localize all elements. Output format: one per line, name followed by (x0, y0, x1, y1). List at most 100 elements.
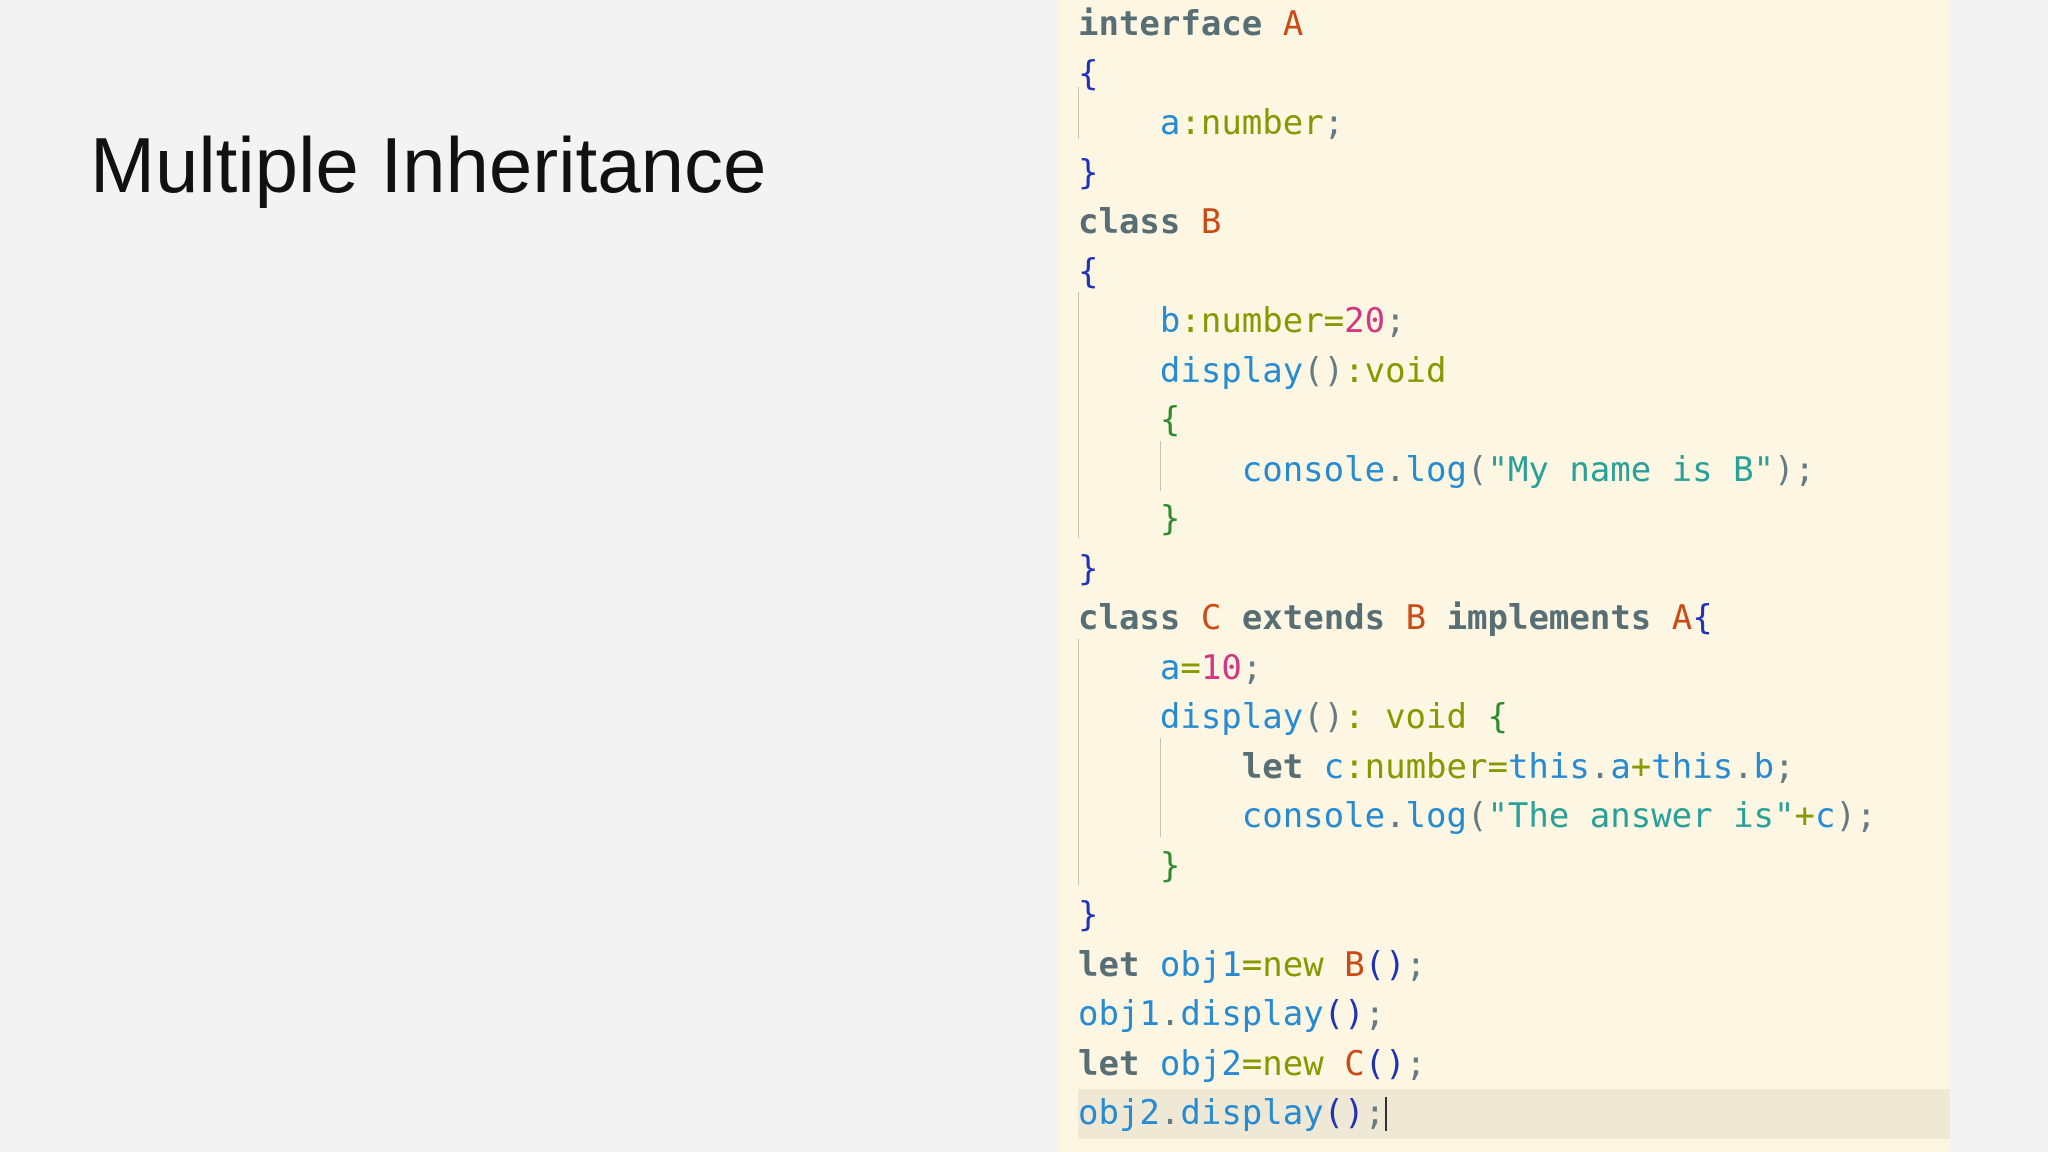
brace-token: { (1159, 400, 1181, 440)
code-line[interactable]: class B (1078, 198, 1950, 248)
punctuation-token (1262, 4, 1282, 44)
punctuation-token (1303, 747, 1323, 787)
code-line[interactable]: let c:number=this.a+this.b; (1078, 743, 1950, 793)
identifier-token: a (1159, 103, 1181, 143)
code-line[interactable]: } (1078, 495, 1950, 545)
type-name-token: A (1671, 598, 1693, 638)
punctuation-token: ; (1241, 647, 1263, 688)
code-line[interactable]: } (1078, 842, 1950, 892)
punctuation-token (1078, 846, 1160, 886)
punctuation-token (1139, 945, 1159, 985)
punctuation-token (1324, 1044, 1344, 1084)
code-line[interactable]: { (1078, 396, 1950, 446)
code-line[interactable]: { (1078, 248, 1950, 298)
keyword-token: class (1078, 598, 1181, 638)
function-token: this (1651, 746, 1734, 787)
brace-token: } (1078, 152, 1099, 193)
keyword-token: extends (1241, 598, 1386, 638)
code-line[interactable]: interface A (1078, 0, 1950, 50)
operator-token: = (1180, 647, 1201, 688)
punctuation-token (1078, 103, 1160, 143)
type-token: new (1262, 1043, 1324, 1084)
identifier-token: a (1159, 647, 1181, 688)
punctuation-token (1180, 202, 1200, 242)
punctuation-token (1078, 400, 1160, 440)
identifier-token: c (1323, 746, 1345, 787)
type-name-token: B (1200, 202, 1222, 242)
code-line[interactable]: let obj1=new B(); (1078, 941, 1950, 991)
indent-guide (1078, 292, 1079, 538)
operator-token: = (1487, 746, 1508, 787)
punctuation-token (1078, 351, 1160, 391)
code-line[interactable]: } (1078, 891, 1950, 941)
punctuation-token (1324, 945, 1344, 985)
punctuation-token: . (1385, 449, 1406, 490)
code-line[interactable]: obj1.display(); (1078, 990, 1950, 1040)
punctuation-token: . (1589, 746, 1611, 787)
punctuation-token: . (1159, 1093, 1181, 1133)
punctuation-token (1139, 1044, 1159, 1084)
punctuation-token (1180, 598, 1200, 638)
indent-guide (1078, 87, 1079, 139)
code-line[interactable]: { (1078, 50, 1950, 100)
punctuation-token (1651, 598, 1671, 638)
identifier-token: obj1 (1159, 944, 1242, 985)
punctuation-token (1467, 697, 1487, 737)
type-name-token: C (1344, 1043, 1365, 1084)
identifier-token: a (1610, 746, 1631, 787)
type-token: new (1262, 944, 1324, 985)
code-line[interactable]: b:number=20; (1078, 297, 1950, 347)
brace-token: () (1323, 994, 1365, 1034)
code-line[interactable]: console.log("The answer is"+c); (1078, 792, 1950, 842)
operator-token: + (1630, 746, 1652, 787)
code-line[interactable]: } (1078, 545, 1950, 595)
code-line[interactable]: a=10; (1078, 644, 1950, 694)
code-line[interactable]: console.log("My name is B"); (1078, 446, 1950, 496)
brace-token: } (1078, 895, 1099, 935)
punctuation-token (1078, 697, 1160, 737)
punctuation-token: ; (1385, 301, 1406, 341)
punctuation-token: ; (1405, 1043, 1427, 1084)
type-name-token: B (1405, 598, 1427, 638)
brace-token: } (1159, 845, 1181, 886)
punctuation-token: ( (1466, 796, 1488, 836)
function-token: log (1405, 796, 1467, 836)
keyword-token: class (1078, 202, 1181, 242)
code-line[interactable]: a:number; (1078, 99, 1950, 149)
operator-token: = (1241, 1043, 1263, 1084)
function-token: console (1241, 449, 1386, 490)
function-token: this (1507, 746, 1590, 787)
operator-token: = (1241, 944, 1263, 985)
current-code-line[interactable]: obj2.display(); (1078, 1089, 1950, 1139)
function-token: display (1180, 994, 1324, 1034)
identifier-token: obj1 (1078, 994, 1160, 1034)
code-line[interactable]: let obj2=new C(); (1078, 1040, 1950, 1090)
type-token: :number (1344, 746, 1488, 787)
punctuation-token: () (1303, 350, 1345, 391)
code-lines[interactable]: interface A{ a:number;} class B{ b:number… (1078, 0, 1950, 1139)
code-line[interactable]: class C extends B implements A{ (1078, 594, 1950, 644)
identifier-token: c (1814, 796, 1836, 836)
punctuation-token: () (1303, 697, 1345, 737)
punctuation-token: ; (1364, 994, 1386, 1034)
slide-title: Multiple Inheritance (90, 121, 767, 209)
code-line[interactable]: display():void (1078, 347, 1950, 397)
operator-token: = (1323, 301, 1345, 341)
brace-token: { (1078, 251, 1099, 292)
type-name-token: B (1344, 944, 1365, 985)
code-line[interactable]: } (1078, 149, 1950, 199)
punctuation-token: ); (1835, 796, 1877, 836)
punctuation-token: ; (1405, 944, 1427, 985)
operator-token: + (1794, 796, 1815, 836)
brace-token: { (1692, 598, 1713, 638)
function-token: display (1159, 350, 1304, 391)
code-line[interactable]: display(): void { (1078, 693, 1950, 743)
identifier-token: b (1753, 746, 1775, 787)
code-editor[interactable]: interface A{ a:number;} class B{ b:number… (1058, 0, 1950, 1152)
function-token: display (1159, 697, 1304, 737)
punctuation-token: ; (1774, 746, 1795, 787)
keyword-token: let (1078, 1043, 1140, 1084)
punctuation-token (1426, 598, 1446, 638)
type-token: :void (1344, 350, 1447, 391)
punctuation-token: ; (1323, 103, 1345, 143)
